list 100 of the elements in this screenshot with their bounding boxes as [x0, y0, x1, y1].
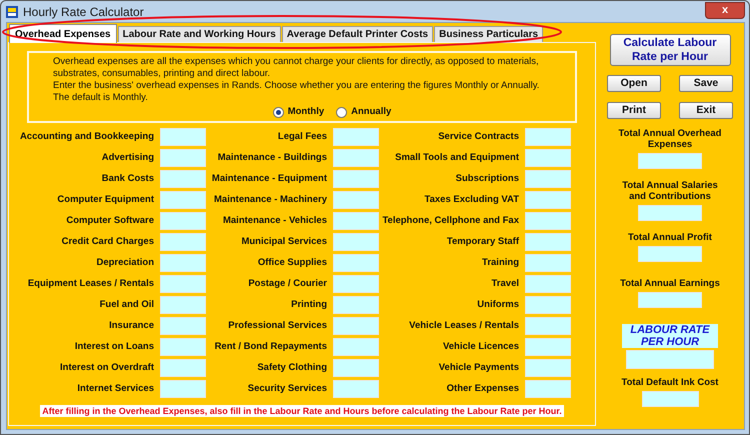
action-button[interactable]: Exit [679, 102, 733, 119]
expense-label: Vehicle Leases / Rentals [409, 319, 519, 334]
expense-label: Municipal Services [241, 235, 327, 250]
expense-label: Fuel and Oil [100, 298, 154, 312]
expense-label: Equipment Leases / Rentals [28, 277, 154, 292]
amount-field[interactable] [333, 275, 379, 294]
amount-field[interactable] [333, 149, 379, 168]
expense-label: Credit Card Charges [62, 235, 154, 250]
expense-label: Uniforms [477, 298, 519, 312]
tab[interactable]: Business Particulars [434, 26, 544, 42]
total-field[interactable] [638, 292, 702, 308]
expense-label: Service Contracts [438, 130, 519, 144]
total-field[interactable] [638, 153, 702, 169]
expense-label: Subscriptions [456, 172, 519, 186]
calculate-button[interactable]: Calculate Labour Rate per Hour [610, 34, 730, 66]
description-text: Enter the business' overhead expenses in Rands. Choose whether you are entering the figures Monthly or Annually. [53, 80, 540, 92]
amount-field[interactable] [525, 275, 571, 294]
expense-label: Other Expenses [446, 382, 519, 396]
window-title: Hourly Rate Calculator [23, 4, 144, 20]
expense-label: Office Supplies [258, 256, 327, 270]
expense-label: Computer Equipment [57, 193, 154, 208]
amount-field[interactable] [160, 275, 206, 294]
amount-field[interactable] [525, 149, 571, 168]
amount-field[interactable] [333, 128, 379, 146]
expense-label: Maintenance - Buildings [218, 151, 327, 166]
amount-field[interactable] [333, 170, 379, 188]
amount-field[interactable] [333, 296, 379, 314]
action-button[interactable]: Save [679, 75, 733, 92]
amount-field[interactable] [525, 254, 571, 272]
amount-field[interactable] [333, 380, 379, 398]
amount-field[interactable] [160, 317, 206, 336]
expense-label: Insurance [109, 319, 154, 334]
amount-field[interactable] [333, 254, 379, 272]
action-button[interactable]: Open [607, 75, 661, 92]
expense-label: Internet Services [77, 382, 154, 396]
expense-label: Rent / Bond Repayments [214, 340, 327, 354]
amount-field[interactable] [333, 338, 379, 356]
expense-label: Printing [291, 298, 327, 312]
expense-label: Maintenance - Machinery [214, 193, 327, 208]
expense-label: Safety Clothing [257, 361, 327, 376]
description-text: The default is Monthly. [53, 92, 149, 104]
amount-field[interactable] [160, 212, 206, 230]
amount-field[interactable] [160, 359, 206, 378]
amount-field[interactable] [160, 380, 206, 398]
expense-label: Bank Costs [102, 172, 154, 186]
tab[interactable]: Average Default Printer Costs [282, 26, 434, 42]
expense-label: Taxes Excluding VAT [424, 193, 519, 208]
amount-field[interactable] [525, 380, 571, 398]
radio-option[interactable]: Annually [336, 105, 392, 120]
rate-field[interactable] [626, 350, 714, 369]
total-field[interactable] [638, 205, 702, 221]
amount-field[interactable] [333, 191, 379, 210]
total-label: Total Default Ink Cost [620, 377, 720, 388]
expense-label: Training [482, 256, 519, 270]
expense-label: Professional Services [228, 319, 327, 334]
amount-field[interactable] [333, 212, 379, 230]
amount-field[interactable] [333, 233, 379, 252]
expense-label: Vehicle Licences [442, 340, 519, 354]
amount-field[interactable] [525, 170, 571, 188]
amount-field[interactable] [525, 191, 571, 210]
expense-label: Accounting and Bookkeeping [20, 130, 154, 144]
action-button[interactable]: Print [607, 102, 661, 119]
total-field[interactable] [638, 246, 702, 262]
expense-label: Temporary Staff [446, 235, 519, 250]
expense-label: Maintenance - Vehicles [222, 214, 327, 228]
amount-field[interactable] [525, 212, 571, 230]
expense-label: Depreciation [96, 256, 154, 270]
amount-field[interactable] [525, 233, 571, 252]
amount-field[interactable] [160, 296, 206, 314]
amount-field[interactable] [525, 359, 571, 378]
amount-field[interactable] [160, 233, 206, 252]
amount-field[interactable] [333, 317, 379, 336]
total-label: Total Annual Overhead Expenses [618, 128, 722, 150]
amount-field[interactable] [160, 338, 206, 356]
rate-heading: LABOUR RATE PER HOUR [622, 324, 718, 348]
amount-field[interactable] [160, 191, 206, 210]
tab[interactable]: Overhead Expenses [9, 24, 117, 43]
amount-field[interactable] [160, 128, 206, 146]
amount-field[interactable] [525, 296, 571, 314]
amount-field[interactable] [525, 317, 571, 336]
tab[interactable]: Labour Rate and Working Hours [118, 26, 281, 42]
amount-field[interactable] [160, 170, 206, 188]
expense-label: Travel [492, 277, 519, 292]
total-label: Total Annual Salaries and Contributions [621, 180, 719, 202]
expense-label: Security Services [248, 382, 327, 396]
expense-label: Telephone, Cellphone and Fax [382, 214, 519, 228]
expense-label: Postage / Courier [248, 277, 327, 292]
expense-label: Advertising [102, 151, 154, 166]
amount-field[interactable] [525, 338, 571, 356]
close-button[interactable]: x [705, 2, 745, 18]
app-icon [5, 4, 19, 18]
amount-field[interactable] [160, 254, 206, 272]
amount-field[interactable] [333, 359, 379, 378]
amount-field[interactable] [160, 149, 206, 168]
total-field[interactable] [642, 391, 698, 407]
amount-field[interactable] [525, 128, 571, 146]
radio-option[interactable]: Monthly [272, 105, 324, 120]
expense-label: Vehicle Payments [438, 361, 519, 376]
expense-label: Interest on Overdraft [60, 361, 154, 376]
expense-label: Legal Fees [278, 130, 327, 144]
